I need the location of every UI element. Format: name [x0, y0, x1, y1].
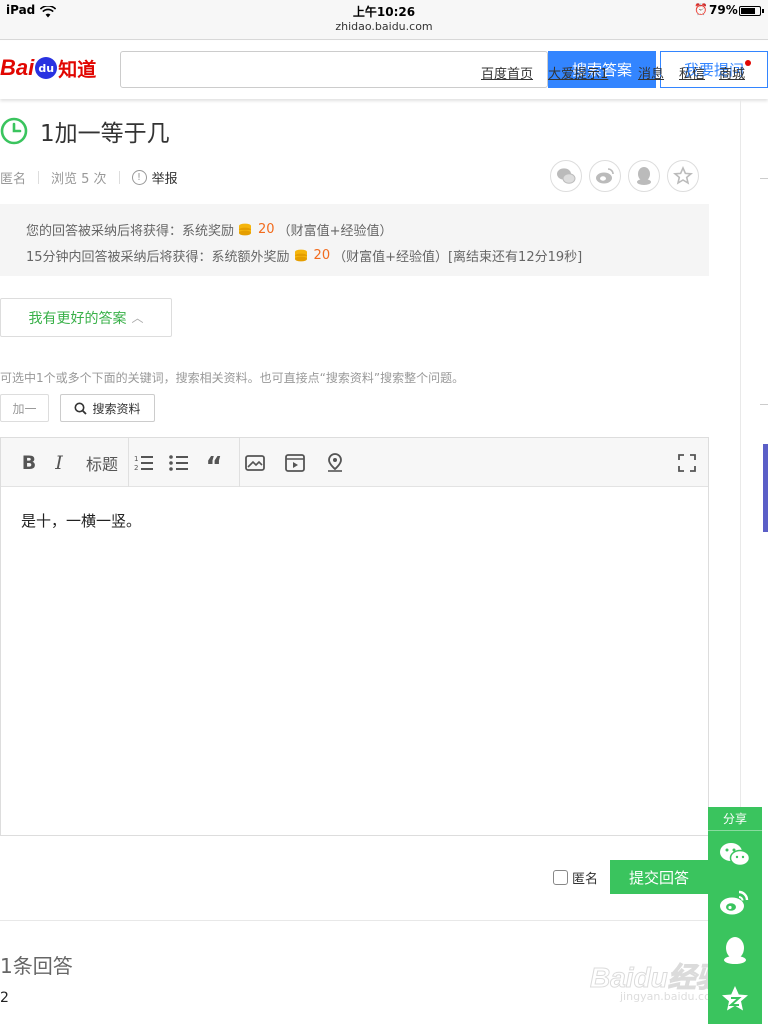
qq-share-icon[interactable] [628, 160, 660, 192]
fullscreen-icon[interactable] [676, 451, 698, 475]
meta-divider [118, 171, 120, 184]
clock-icon [0, 117, 28, 145]
right-column-border [740, 100, 741, 810]
ask-question-button[interactable]: 我要提问 [660, 51, 768, 88]
right-rail-divider [760, 178, 768, 179]
reward-line-1: 您的回答被采纳后将获得：系统奖励 20 （财富值+经验值） [26, 221, 393, 239]
image-icon[interactable] [244, 451, 266, 475]
battery-icon [739, 6, 764, 16]
better-answer-button[interactable]: 我有更好的答案 ︿ [0, 298, 172, 337]
wechat-icon[interactable] [708, 831, 762, 879]
keyword-tag[interactable]: 加一 [0, 394, 49, 422]
keyword-hint: 可选中1个或多个下面的关键词，搜索相关资料。也可直接点“搜索资料”搜索整个问题。 [0, 371, 465, 385]
coin-icon [239, 223, 252, 235]
ios-status-bar: iPad 上午10:26 zhidao.baidu.com ⏰ 79% [0, 0, 768, 40]
share-label: 分享 [708, 807, 762, 831]
heading-button[interactable]: 标题 [83, 451, 121, 475]
meta-divider [38, 171, 40, 184]
notification-dot [745, 60, 751, 66]
battery-percent: 79% [709, 3, 738, 17]
reward-info: 您的回答被采纳后将获得：系统奖励 20 （财富值+经验值） 15分钟内回答被采纳… [0, 204, 709, 276]
editor-content[interactable]: 是十，一横一竖。 [21, 510, 141, 531]
wechat-share-icon[interactable] [550, 160, 582, 192]
alarm-icon: ⏰ [694, 3, 708, 16]
view-count: 浏览 5 次 [51, 172, 107, 187]
answers-count-title: 1条回答 [0, 954, 73, 978]
nav-username[interactable]: 大爱提示1 [548, 63, 608, 82]
svg-text:1: 1 [134, 455, 138, 463]
report-label: 举报 [151, 172, 178, 187]
clock-time: 上午10:26 [352, 5, 416, 19]
nav-baidu-home[interactable]: 百度首页 [481, 63, 533, 82]
search-data-button[interactable]: 搜索资料 [60, 394, 155, 422]
toolbar-divider [128, 438, 129, 487]
baidu-jingyan-watermark: Baidu经验 jingyan.baidu.com [590, 962, 725, 1004]
submit-answer-button[interactable]: 提交回答 [610, 860, 708, 894]
question-header: 1加一等于几 [0, 116, 170, 147]
toolbar-divider [239, 438, 240, 487]
question-meta: 匿名 浏览 5 次 ! 举报 [0, 168, 178, 187]
anonymous-label: 匿名 [572, 872, 599, 887]
location-icon[interactable] [324, 451, 346, 475]
nav-mall[interactable]: 商城 [719, 63, 745, 82]
reward-line-2: 15分钟内回答被采纳后将获得：系统额外奖励 20 （财富值+经验值）[离结束还有… [26, 247, 583, 265]
reward-amount: 20 [258, 221, 275, 237]
bold-icon[interactable]: B [19, 451, 39, 475]
floating-share-bar: 分享 [708, 807, 762, 1024]
site-header: Bai du 知道 搜索答案 我要提问 百度首页 大爱提示1 消息 私信 商城 [0, 41, 768, 99]
extra-reward-amount: 20 [313, 247, 331, 263]
nav-messages[interactable]: 消息 [638, 63, 664, 82]
editor-toolbar: B I 标题 12 “ [1, 438, 708, 487]
baidu-zhidao-logo[interactable]: Bai du 知道 [0, 49, 96, 87]
question-title: 1加一等于几 [40, 121, 170, 147]
nav-private-messages[interactable]: 私信 [679, 63, 705, 82]
weibo-share-icon[interactable] [589, 160, 621, 192]
quote-icon[interactable]: “ [203, 451, 225, 482]
video-icon[interactable] [284, 451, 306, 475]
ordered-list-icon[interactable]: 12 [133, 451, 155, 475]
favorite-star-icon[interactable] [667, 160, 699, 192]
right-rail-banner[interactable] [763, 444, 768, 532]
anonymous-checkbox[interactable] [553, 870, 568, 885]
page: iPad 上午10:26 zhidao.baidu.com ⏰ 79% Bai … [0, 0, 768, 1024]
qzone-icon[interactable] [708, 975, 762, 1023]
paw-icon: du [35, 57, 58, 79]
coin-icon [294, 249, 307, 261]
svg-text:2: 2 [134, 464, 138, 472]
url-bar[interactable]: zhidao.baidu.com [0, 20, 768, 33]
right-rail-divider [760, 404, 768, 405]
section-divider [0, 920, 740, 921]
chevron-up-icon: ︿ [131, 311, 144, 325]
search-data-label: 搜索资料 [92, 401, 141, 416]
share-icons [550, 160, 699, 192]
qq-icon[interactable] [708, 927, 762, 975]
warning-icon: ! [131, 170, 147, 185]
better-answer-label: 我有更好的答案 [28, 309, 127, 326]
bullet-list-icon[interactable] [168, 451, 190, 475]
search-icon [74, 402, 88, 415]
italic-icon[interactable]: I [51, 451, 67, 475]
report-link[interactable]: ! 举报 [131, 168, 178, 187]
author-name: 匿名 [0, 172, 27, 187]
weibo-icon[interactable] [708, 879, 762, 927]
anonymous-option[interactable]: 匿名 [553, 868, 598, 887]
answer-editor: B I 标题 12 “ 是十，一横一竖。 [0, 437, 709, 836]
answer-text: 2 [0, 990, 9, 1006]
